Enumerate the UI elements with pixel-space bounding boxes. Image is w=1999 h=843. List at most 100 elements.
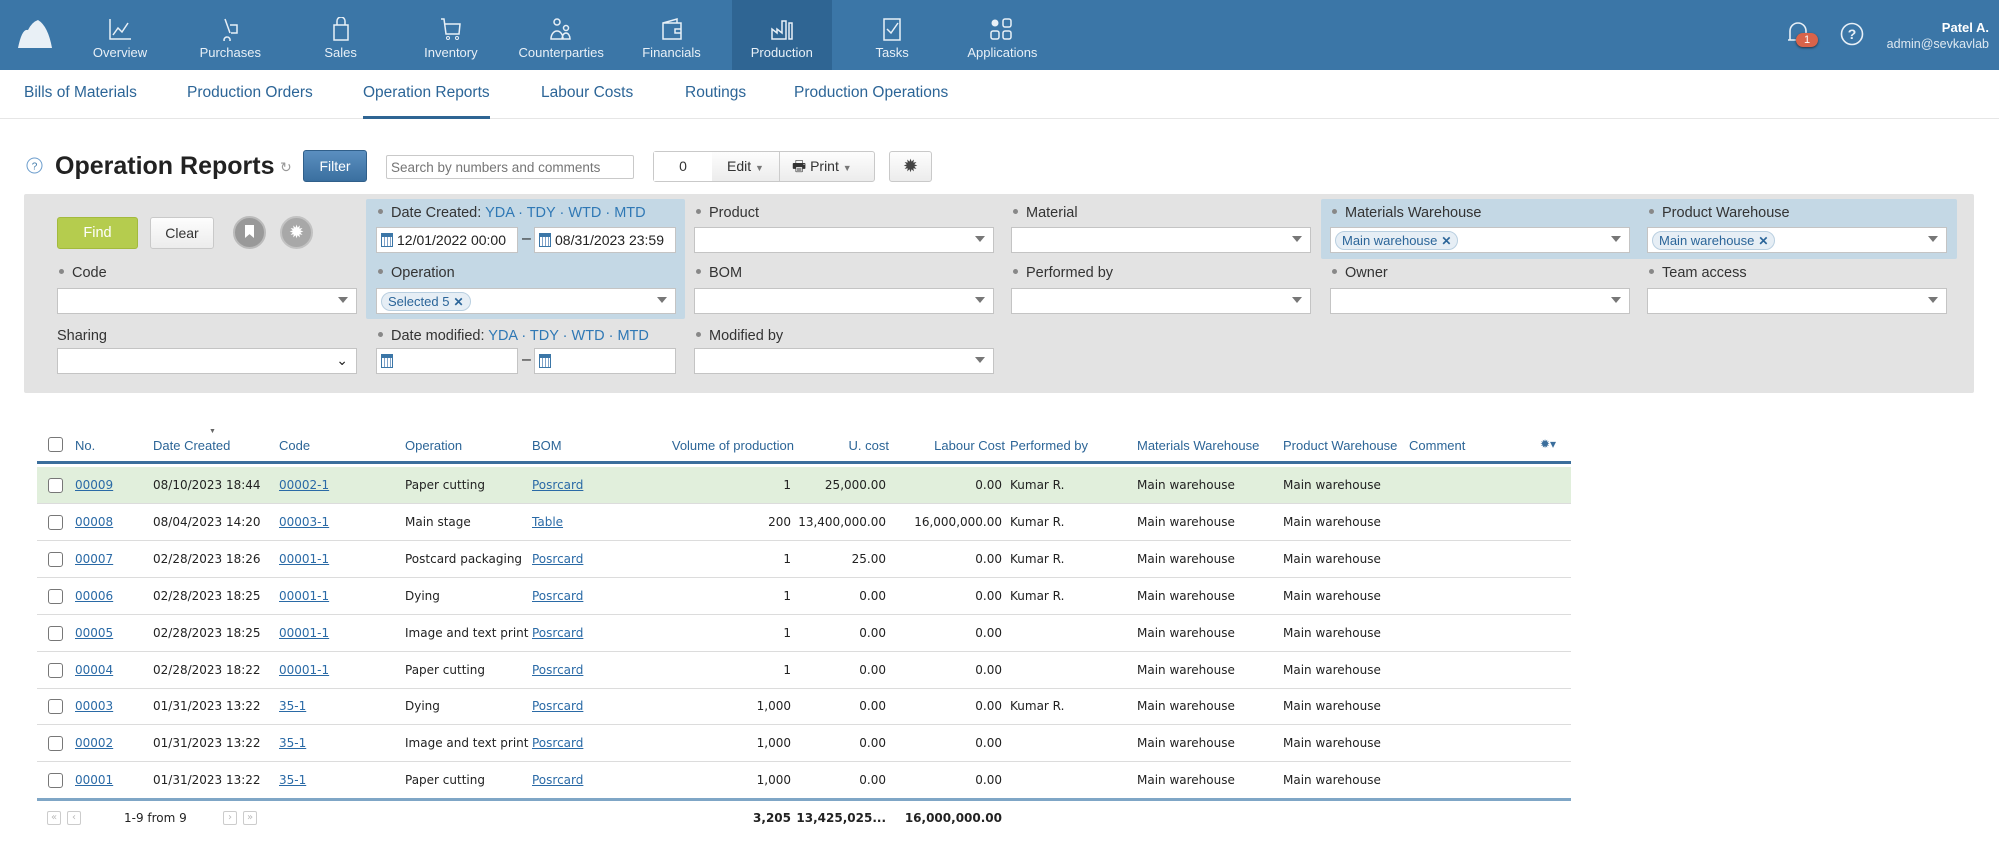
cell-bom[interactable]: Posrcard: [532, 773, 583, 787]
column-header-labour[interactable]: Labour Cost: [934, 438, 1005, 453]
table-row[interactable]: 00009 08/10/2023 18:44 00002-1 Paper cuttin…: [37, 467, 1571, 504]
cell-code[interactable]: 35-1: [279, 773, 306, 787]
bom-select[interactable]: [694, 288, 994, 314]
bookmark-button[interactable]: [233, 216, 266, 249]
column-header-operation[interactable]: Operation: [405, 438, 462, 453]
column-settings-icon[interactable]: ✹▾: [1540, 437, 1556, 451]
user-menu[interactable]: Patel A. admin@sevkavlab: [1887, 20, 1989, 51]
logo-icon[interactable]: [18, 20, 54, 48]
help-icon[interactable]: ?: [1840, 22, 1864, 46]
row-checkbox[interactable]: [48, 773, 63, 789]
date-created-from-input[interactable]: 12/01/2022 00:00: [376, 227, 518, 253]
nav-item-counterparties[interactable]: Counterparties: [511, 0, 611, 70]
cell-code[interactable]: 00001-1: [279, 663, 329, 677]
column-header-code[interactable]: Code: [279, 438, 310, 453]
remove-tag-icon[interactable]: ✕: [1758, 234, 1768, 248]
cell-no[interactable]: 00009: [75, 478, 113, 492]
calendar-icon[interactable]: [539, 354, 551, 368]
column-header-ucost[interactable]: U. cost: [849, 438, 889, 453]
find-button[interactable]: Find: [57, 217, 138, 249]
cell-no[interactable]: 00006: [75, 589, 113, 603]
nav-item-financials[interactable]: Financials: [622, 0, 722, 70]
calendar-icon[interactable]: [381, 354, 393, 368]
cell-code[interactable]: 00002-1: [279, 478, 329, 492]
materials-warehouse-select[interactable]: Main warehouse ✕: [1330, 227, 1630, 253]
nav-item-purchases[interactable]: Purchases: [180, 0, 280, 70]
row-checkbox[interactable]: [48, 478, 63, 493]
date-created-to-input[interactable]: 08/31/2023 23:59: [534, 227, 676, 253]
table-row[interactable]: 00001 01/31/2023 13:22 35-1 Paper cutting Po…: [37, 762, 1571, 800]
column-header-bom[interactable]: BOM: [532, 438, 562, 453]
nav-item-production[interactable]: Production: [731, 0, 832, 70]
cell-no[interactable]: 00001: [75, 773, 113, 787]
quick-date-links[interactable]: YDA · TDY · WTD · MTD: [488, 328, 649, 344]
row-checkbox[interactable]: [48, 736, 63, 752]
owner-select[interactable]: [1330, 288, 1630, 314]
tab-labour-costs[interactable]: Labour Costs: [541, 84, 633, 102]
prev-page-button[interactable]: ‹: [67, 811, 81, 825]
cell-code[interactable]: 00001-1: [279, 552, 329, 566]
tab-routings[interactable]: Routings: [685, 84, 746, 102]
cell-no[interactable]: 00003: [75, 699, 113, 713]
remove-tag-icon[interactable]: ✕: [453, 295, 463, 309]
table-row[interactable]: 00006 02/28/2023 18:25 00001-1 Dying Posrcar…: [37, 578, 1571, 615]
cell-bom[interactable]: Posrcard: [532, 589, 583, 603]
quick-date-links[interactable]: YDA · TDY · WTD · MTD: [485, 205, 646, 221]
tab-operation-reports[interactable]: Operation Reports: [363, 84, 490, 119]
nav-item-tasks[interactable]: Tasks: [842, 0, 942, 70]
column-header-pwh[interactable]: Product Warehouse: [1283, 438, 1397, 453]
cell-bom[interactable]: Posrcard: [532, 626, 583, 640]
cell-code[interactable]: 00001-1: [279, 589, 329, 603]
table-row[interactable]: 00003 01/31/2023 13:22 35-1 Dying Posrcard 1,…: [37, 688, 1571, 726]
column-header-volume[interactable]: Volume of production: [672, 438, 794, 453]
column-header-date[interactable]: Date Created: [153, 438, 230, 453]
next-page-button[interactable]: ›: [223, 811, 237, 825]
column-header-no[interactable]: No.: [75, 438, 95, 453]
date-modified-from-input[interactable]: [376, 348, 518, 374]
product-warehouse-select[interactable]: Main warehouse ✕: [1647, 227, 1947, 253]
material-select[interactable]: [1011, 227, 1311, 253]
tab-production-orders[interactable]: Production Orders: [187, 84, 313, 102]
tab-bills-of-materials[interactable]: Bills of Materials: [24, 84, 137, 102]
row-checkbox[interactable]: [48, 551, 63, 567]
table-row[interactable]: 00008 08/04/2023 14:20 00003-1 Main stage Ta…: [37, 504, 1571, 541]
print-dropdown[interactable]: 🖶 Print ▼: [780, 152, 852, 181]
filter-settings-button[interactable]: ✹: [280, 216, 313, 249]
row-checkbox[interactable]: [48, 588, 63, 604]
cell-code[interactable]: 00001-1: [279, 626, 329, 640]
column-header-comment[interactable]: Comment: [1409, 438, 1465, 453]
clear-button[interactable]: Clear: [150, 217, 214, 249]
code-select[interactable]: [57, 288, 357, 314]
modified-by-select[interactable]: [694, 348, 994, 374]
cell-code[interactable]: 35-1: [279, 699, 306, 713]
select-all-checkbox[interactable]: [48, 437, 63, 452]
row-checkbox[interactable]: [48, 662, 63, 678]
table-row[interactable]: 00002 01/31/2023 13:22 35-1 Image and text …: [37, 725, 1571, 763]
cell-no[interactable]: 00007: [75, 552, 113, 566]
cell-bom[interactable]: Posrcard: [532, 478, 583, 492]
refresh-icon[interactable]: ↻: [280, 159, 292, 176]
cell-code[interactable]: 35-1: [279, 736, 306, 750]
sharing-select[interactable]: ⌄: [57, 348, 357, 374]
table-row[interactable]: 00007 02/28/2023 18:26 00001-1 Postcard pac…: [37, 541, 1571, 578]
cell-bom[interactable]: Posrcard: [532, 552, 583, 566]
date-modified-to-input[interactable]: [534, 348, 676, 374]
cell-bom[interactable]: Table: [532, 515, 563, 529]
table-row[interactable]: 00005 02/28/2023 18:25 00001-1 Image and te…: [37, 615, 1571, 652]
cell-no[interactable]: 00008: [75, 515, 113, 529]
cell-no[interactable]: 00005: [75, 626, 113, 640]
column-header-mwh[interactable]: Materials Warehouse: [1137, 438, 1259, 453]
row-checkbox[interactable]: [48, 699, 63, 715]
nav-item-sales[interactable]: Sales: [291, 0, 391, 70]
notifications-button[interactable]: 1: [1786, 20, 1819, 51]
search-input[interactable]: [386, 155, 634, 179]
calendar-icon[interactable]: [539, 233, 551, 247]
row-checkbox[interactable]: [48, 625, 63, 641]
nav-item-applications[interactable]: Applications: [952, 0, 1052, 70]
filter-button[interactable]: Filter: [303, 150, 367, 182]
team-access-select[interactable]: [1647, 288, 1947, 314]
cell-bom[interactable]: Posrcard: [532, 699, 583, 713]
edit-dropdown[interactable]: Edit ▼: [712, 152, 780, 181]
performed-by-select[interactable]: [1011, 288, 1311, 314]
last-page-button[interactable]: »: [243, 811, 257, 825]
